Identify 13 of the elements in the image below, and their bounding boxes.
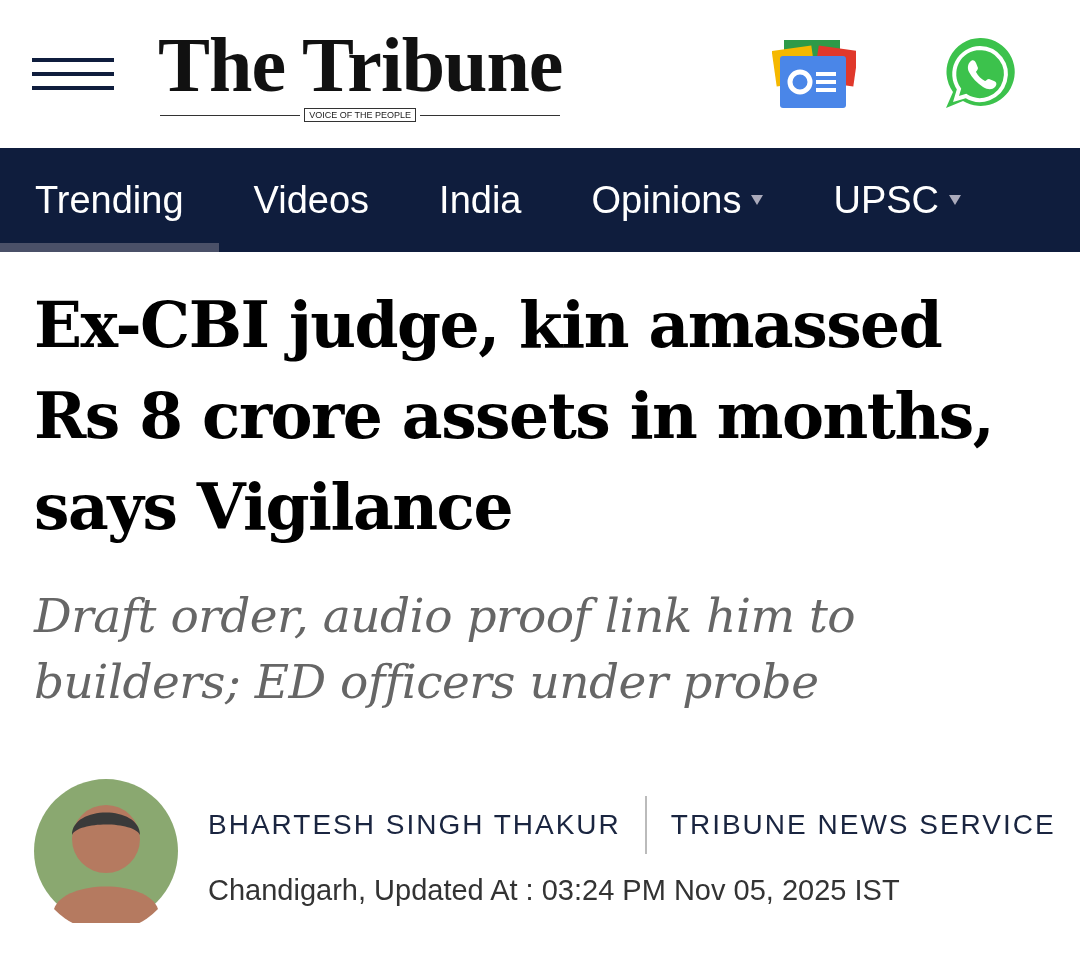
- author-name[interactable]: BHARTESH SINGH THAKUR: [208, 808, 621, 841]
- nav-tab[interactable]: UPSC: [798, 148, 997, 252]
- logo[interactable]: The Tribune: [158, 26, 563, 104]
- agency-name: TRIBUNE NEWS SERVICE: [670, 808, 1056, 841]
- nav-tab[interactable]: India: [404, 148, 557, 252]
- nav-tab[interactable]: Videos: [218, 148, 405, 252]
- nav-tab[interactable]: Opinions: [556, 148, 799, 252]
- nav-tab[interactable]: Trending: [0, 148, 219, 252]
- dateline: Chandigarh, Updated At : 03:24 PM Nov 05, 2025 IST: [208, 873, 901, 907]
- headline: Ex-CBI judge, kin amassed Rs 8 crore assets in months, says Vigilance: [34, 287, 995, 546]
- tagline: VOICE OF THE PEOPLE: [304, 108, 417, 122]
- news-icon[interactable]: [772, 38, 856, 110]
- subheadline: Draft order, audio proof link him to builders; ED officers under probe: [34, 587, 857, 711]
